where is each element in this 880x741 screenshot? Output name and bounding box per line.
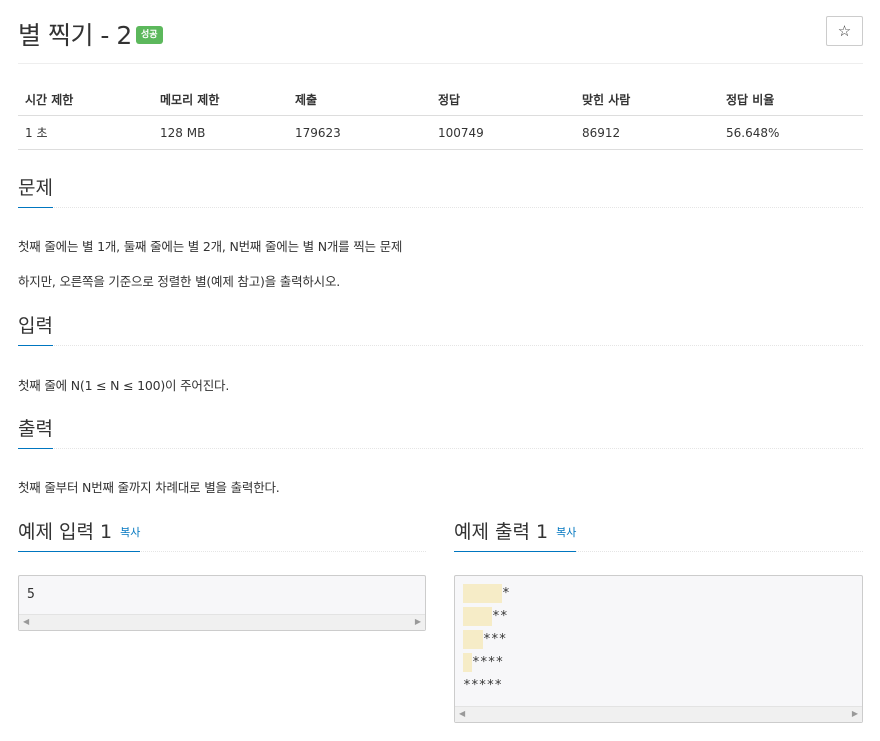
whitespace-highlight [463,653,472,672]
header-accept-ratio: 정답 비율 [719,84,863,116]
scroll-left-icon[interactable]: ◀ [23,617,29,626]
scroll-left-icon[interactable]: ◀ [459,709,465,718]
status-badge: 성공 [136,26,163,44]
sample-output-header: 예제 출력 1 복사 [454,520,863,552]
problem-description-line-1: 첫째 줄에는 별 1개, 둘째 줄에는 별 2개, N번째 줄에는 별 N개를 … [18,239,403,254]
horizontal-scrollbar[interactable]: ◀ ▶ [455,706,862,722]
page-title: 별 찍기 - 2 [18,21,132,50]
table-header-row: 시간 제한 메모리 제한 제출 정답 맞힌 사람 정답 비율 [18,84,863,116]
sample-output-line: ** [463,607,508,626]
sample-output-text: ** [492,609,508,624]
header-submissions: 제출 [288,84,431,116]
memory-limit-value: 128 MB [153,115,288,150]
problem-section-title: 문제 [18,176,53,208]
sample-output-text: ***** [463,678,503,693]
sample-input-box[interactable]: 5 ◀ ▶ [18,575,426,631]
sample-input-title: 예제 입력 1 복사 [18,520,141,552]
sample-output-title-text: 예제 출력 1 [454,521,549,543]
input-section-title: 입력 [18,314,53,346]
sample-output-line: * [463,584,510,603]
whitespace-highlight [463,607,492,626]
sample-output-box[interactable]: * ** *** **** ***** ◀ ▶ [454,575,863,723]
input-description: 첫째 줄에 N(1 ≤ N ≤ 100)이 주어진다. [18,378,230,393]
solved-users-value[interactable]: 86912 [575,115,719,150]
sample-input-line: 5 [27,587,35,602]
accept-ratio-value: 56.648% [719,115,863,150]
star-icon[interactable]: ☆ [826,16,863,46]
sample-output-line: ***** [463,678,502,693]
sample-output-text: *** [483,632,507,647]
problem-section-header: 문제 [18,176,863,208]
output-section-title: 출력 [18,417,53,449]
output-description: 첫째 줄부터 N번째 줄까지 차례대로 별을 출력한다. [18,480,280,495]
header-memory-limit: 메모리 제한 [153,84,288,116]
header-accepted: 정답 [431,84,575,116]
sample-input-header: 예제 입력 1 복사 [18,520,426,552]
horizontal-scrollbar[interactable]: ◀ ▶ [19,614,425,630]
output-section-header: 출력 [18,417,863,449]
header-time-limit: 시간 제한 [18,84,153,116]
whitespace-highlight [463,584,502,603]
scroll-right-icon[interactable]: ▶ [415,617,421,626]
sample-input-title-text: 예제 입력 1 [18,521,113,543]
time-limit-value: 1 초 [18,115,153,150]
sample-output-text: * [502,586,510,601]
header-solved-users: 맞힌 사람 [575,84,719,116]
sample-output-text: **** [472,655,504,670]
sample-output-line: *** [463,630,506,649]
input-section-header: 입력 [18,314,863,346]
sample-output-title: 예제 출력 1 복사 [454,520,577,552]
copy-input-button[interactable]: 복사 [120,526,140,539]
problem-info-table: 시간 제한 메모리 제한 제출 정답 맞힌 사람 정답 비율 1 초 128 M… [18,84,863,150]
accepted-value[interactable]: 100749 [431,115,575,150]
submissions-value[interactable]: 179623 [288,115,431,150]
scroll-right-icon[interactable]: ▶ [852,709,858,718]
whitespace-highlight [463,630,483,649]
sample-output-line: **** [463,653,503,672]
table-row: 1 초 128 MB 179623 100749 86912 56.648% [18,115,863,150]
problem-header: 별 찍기 - 2 성공 ☆ [18,14,863,64]
problem-description-line-2: 하지만, 오른쪽을 기준으로 정렬한 별(예제 참고)을 출력하시오. [18,274,341,289]
copy-output-button[interactable]: 복사 [556,526,576,539]
